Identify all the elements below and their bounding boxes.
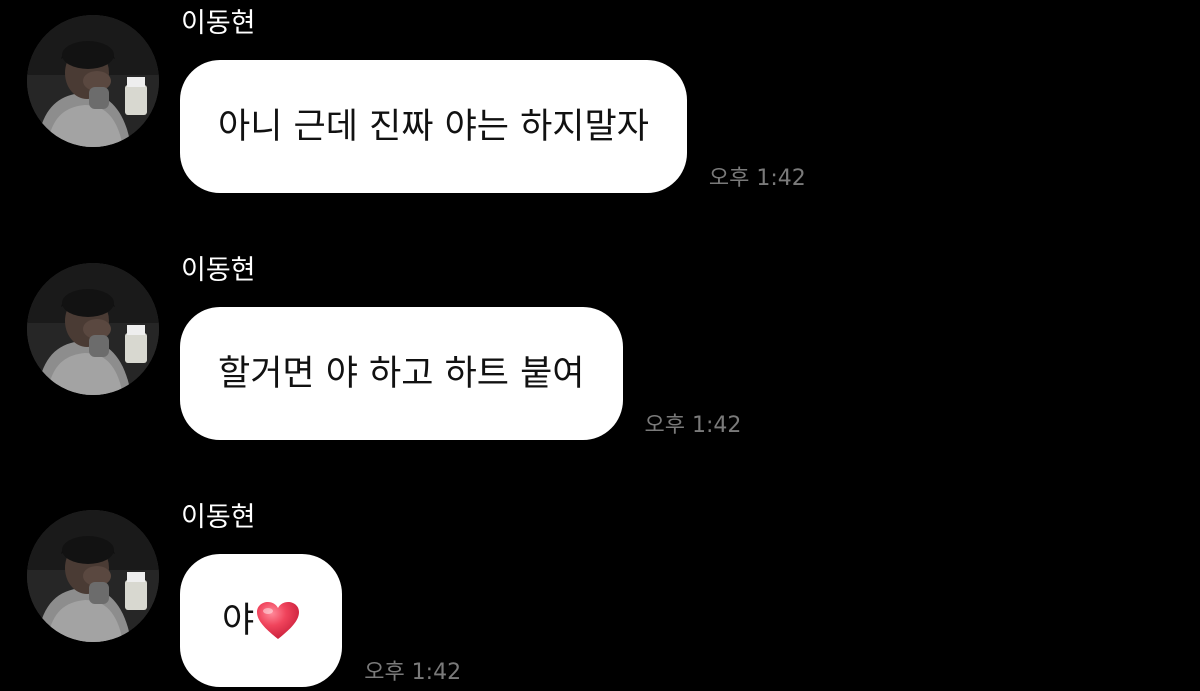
- message-row: 할거면 야 하고 하트 붙여 오후 1:42: [180, 307, 741, 440]
- sender-name: 이동현: [181, 502, 256, 533]
- message-timestamp: 오후 1:42: [644, 413, 742, 438]
- message-bubble[interactable]: 할거면 야 하고 하트 붙여: [180, 307, 623, 440]
- heart-emoji-icon: [256, 601, 300, 641]
- message-text: 할거면 야 하고 하트 붙여: [218, 353, 585, 394]
- message-timestamp: 오후 1:42: [708, 166, 806, 191]
- profile-photo-image: [27, 263, 159, 395]
- avatar[interactable]: [27, 15, 159, 147]
- message-row: 아니 근데 진짜 야는 하지말자 오후 1:42: [180, 60, 806, 193]
- profile-photo-image: [27, 15, 159, 147]
- message-bubble[interactable]: 야: [180, 554, 343, 687]
- avatar[interactable]: [27, 510, 159, 642]
- message-row: 야 오후 1:42: [180, 554, 461, 687]
- message-text: 아니 근데 진짜 야는 하지말자: [218, 106, 649, 147]
- profile-photo-image: [27, 510, 159, 642]
- message-bubble[interactable]: 아니 근데 진짜 야는 하지말자: [180, 60, 687, 193]
- message-text: 야: [222, 600, 255, 641]
- sender-name: 이동현: [181, 8, 256, 39]
- avatar[interactable]: [27, 263, 159, 395]
- message-timestamp: 오후 1:42: [364, 660, 462, 685]
- sender-name: 이동현: [181, 255, 256, 286]
